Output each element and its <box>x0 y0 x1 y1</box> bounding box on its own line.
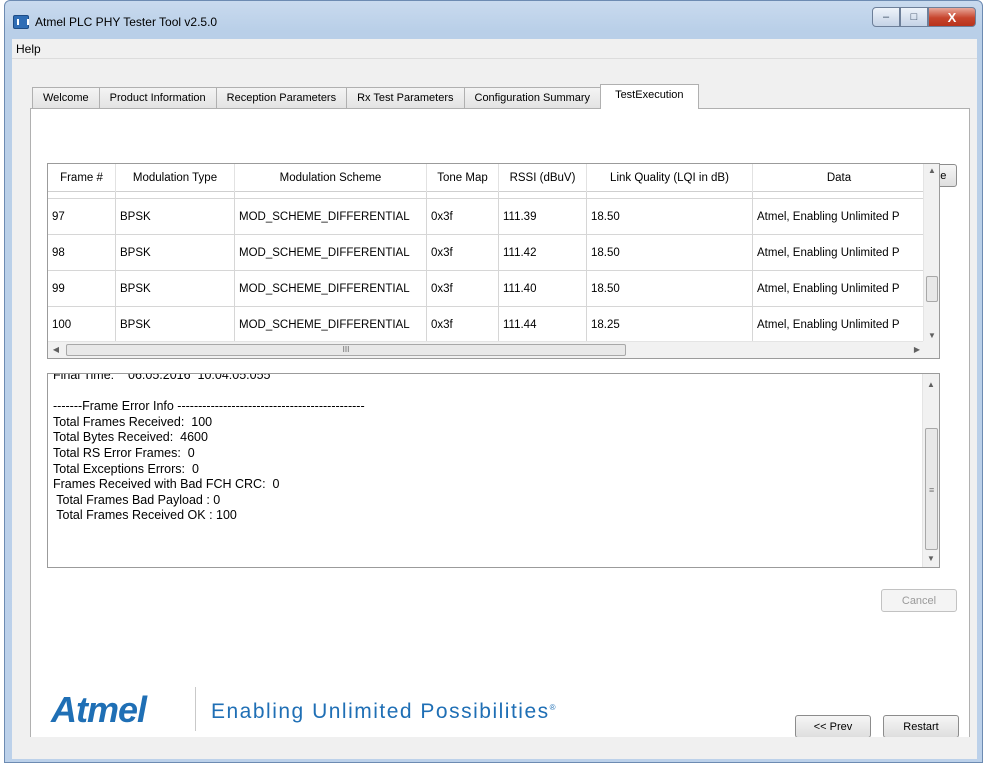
scroll-corner <box>923 341 939 358</box>
cell-link-quality: 18.50 <box>587 271 753 306</box>
window-title: Atmel PLC PHY Tester Tool v2.5.0 <box>35 15 218 29</box>
cell-data: Atmel, Enabling Unlimited P <box>757 283 900 295</box>
atmel-logo: Atmel <box>51 689 147 730</box>
prev-button[interactable]: << Prev <box>795 715 871 738</box>
column-header-frame[interactable]: Frame # <box>48 164 116 192</box>
frames-table[interactable]: Frame # Modulation Type Modulation Schem… <box>47 163 940 359</box>
cell-modulation-scheme: MOD_SCHEME_DIFFERENTIAL <box>235 199 427 234</box>
brand-tagline: Enabling Unlimited Possibilities® <box>211 700 557 724</box>
cell-frame: 100 <box>48 307 116 342</box>
cell-data: Atmel, Enabling Unlimited P <box>757 247 900 259</box>
table-row[interactable]: 99 BPSK MOD_SCHEME_DIFFERENTIAL 0x3f 111… <box>48 271 925 307</box>
test-execution-panel: Copy Table Frame # Modulation Type Modul… <box>30 108 970 748</box>
title-bar[interactable]: Atmel PLC PHY Tester Tool v2.5.0 ‒ □ X <box>5 1 982 39</box>
cell-frame: 99 <box>48 271 116 306</box>
log-line: Total Bytes Received: 4600 <box>53 430 208 445</box>
cell-modulation-type: BPSK <box>116 235 235 270</box>
log-scroll-up-arrow-icon[interactable]: ▲ <box>923 380 939 389</box>
log-line: Final Time: 06.05.2016 10:04:05.055 <box>53 373 271 382</box>
table-vertical-scrollbar[interactable]: ▲ ▼ <box>923 164 939 342</box>
results-log[interactable]: Final Time: 06.05.2016 10:04:05.055 -----… <box>47 373 940 568</box>
partial-row <box>48 192 925 199</box>
restart-button[interactable]: Restart <box>883 715 959 738</box>
menu-bar: Help <box>12 39 977 59</box>
column-header-rssi[interactable]: RSSI (dBuV) <box>499 164 587 192</box>
column-header-link-quality[interactable]: Link Quality (LQI in dB) <box>587 164 753 192</box>
cell-modulation-type: BPSK <box>116 199 235 234</box>
column-header-tone-map[interactable]: Tone Map <box>427 164 499 192</box>
log-line: -------Frame Error Info ----------------… <box>53 399 365 414</box>
menu-help[interactable]: Help <box>16 42 41 56</box>
scroll-left-arrow-icon[interactable]: ◀ <box>48 345 64 354</box>
minimize-button[interactable]: ‒ <box>872 7 900 27</box>
tab-welcome[interactable]: Welcome <box>32 87 100 109</box>
tab-rx-test-parameters[interactable]: Rx Test Parameters <box>346 87 465 109</box>
tab-configuration-summary[interactable]: Configuration Summary <box>463 87 602 109</box>
log-scroll-thumb[interactable]: ≡ <box>925 428 938 550</box>
cell-rssi: 111.42 <box>499 235 587 270</box>
table-header: Frame # Modulation Type Modulation Schem… <box>48 164 925 192</box>
cell-modulation-type: BPSK <box>116 271 235 306</box>
log-line: Total RS Error Frames: 0 <box>53 445 195 460</box>
results-log-text: Final Time: 06.05.2016 10:04:05.055 -----… <box>53 373 913 524</box>
cell-tone-map: 0x3f <box>427 199 499 234</box>
tab-product-information[interactable]: Product Information <box>98 87 217 109</box>
cell-rssi: 111.44 <box>499 307 587 342</box>
table-horizontal-scroll-thumb[interactable]: III <box>66 344 626 356</box>
status-bar <box>12 737 977 759</box>
brand-divider <box>195 687 196 731</box>
table-row[interactable]: 98 BPSK MOD_SCHEME_DIFFERENTIAL 0x3f 111… <box>48 235 925 271</box>
cancel-button[interactable]: Cancel <box>881 589 957 612</box>
log-line: Total Frames Received OK : 100 <box>53 508 237 523</box>
app-icon <box>13 15 29 29</box>
maximize-button[interactable]: □ <box>900 7 928 27</box>
cell-frame: 98 <box>48 235 116 270</box>
cell-tone-map: 0x3f <box>427 235 499 270</box>
cell-data: Atmel, Enabling Unlimited P <box>757 319 900 331</box>
column-header-data[interactable]: Data <box>753 164 925 192</box>
window-controls: ‒ □ X <box>872 7 976 29</box>
table-horizontal-scrollbar[interactable]: ◀ III ▶ <box>48 341 925 358</box>
close-button[interactable]: X <box>928 7 976 27</box>
tab-strip: Welcome Product Information Reception Pa… <box>32 84 699 109</box>
scroll-down-arrow-icon[interactable]: ▼ <box>924 331 939 340</box>
log-line: Frames Received with Bad FCH CRC: 0 <box>53 477 280 492</box>
cell-data: Atmel, Enabling Unlimited P <box>757 211 900 223</box>
tab-test-execution[interactable]: TestExecution <box>600 84 699 109</box>
cell-link-quality: 18.50 <box>587 199 753 234</box>
cell-rssi: 111.39 <box>499 199 587 234</box>
log-vertical-scrollbar[interactable]: ▲ ≡ ▼ <box>922 374 939 567</box>
cell-link-quality: 18.25 <box>587 307 753 342</box>
cell-link-quality: 18.50 <box>587 235 753 270</box>
cell-modulation-scheme: MOD_SCHEME_DIFFERENTIAL <box>235 271 427 306</box>
cell-tone-map: 0x3f <box>427 307 499 342</box>
client-area: Help Welcome Product Information Recepti… <box>12 39 977 759</box>
registered-mark: ® <box>549 703 558 712</box>
log-scroll-down-arrow-icon[interactable]: ▼ <box>923 554 939 563</box>
column-header-modulation-type[interactable]: Modulation Type <box>116 164 235 192</box>
table-row[interactable]: 100 BPSK MOD_SCHEME_DIFFERENTIAL 0x3f 11… <box>48 307 925 342</box>
cell-modulation-type: BPSK <box>116 307 235 342</box>
cell-modulation-scheme: MOD_SCHEME_DIFFERENTIAL <box>235 235 427 270</box>
log-line: Total Exceptions Errors: 0 <box>53 461 199 476</box>
tab-reception-parameters[interactable]: Reception Parameters <box>215 87 348 109</box>
app-window: Atmel PLC PHY Tester Tool v2.5.0 ‒ □ X H… <box>4 0 983 763</box>
log-line: Total Frames Bad Payload : 0 <box>53 492 221 507</box>
column-header-modulation-scheme[interactable]: Modulation Scheme <box>235 164 427 192</box>
cell-frame: 97 <box>48 199 116 234</box>
table-row[interactable]: 97 BPSK MOD_SCHEME_DIFFERENTIAL 0x3f 111… <box>48 199 925 235</box>
log-line: Total Frames Received: 100 <box>53 414 213 429</box>
cell-modulation-scheme: MOD_SCHEME_DIFFERENTIAL <box>235 307 427 342</box>
table-vertical-scroll-thumb[interactable] <box>926 276 938 302</box>
table-body: 97 BPSK MOD_SCHEME_DIFFERENTIAL 0x3f 111… <box>48 192 925 342</box>
scroll-up-arrow-icon[interactable]: ▲ <box>924 166 939 175</box>
cell-rssi: 111.40 <box>499 271 587 306</box>
tagline-text: Enabling Unlimited Possibilities <box>211 700 550 723</box>
grip-icon: ≡ <box>929 485 935 495</box>
cell-tone-map: 0x3f <box>427 271 499 306</box>
